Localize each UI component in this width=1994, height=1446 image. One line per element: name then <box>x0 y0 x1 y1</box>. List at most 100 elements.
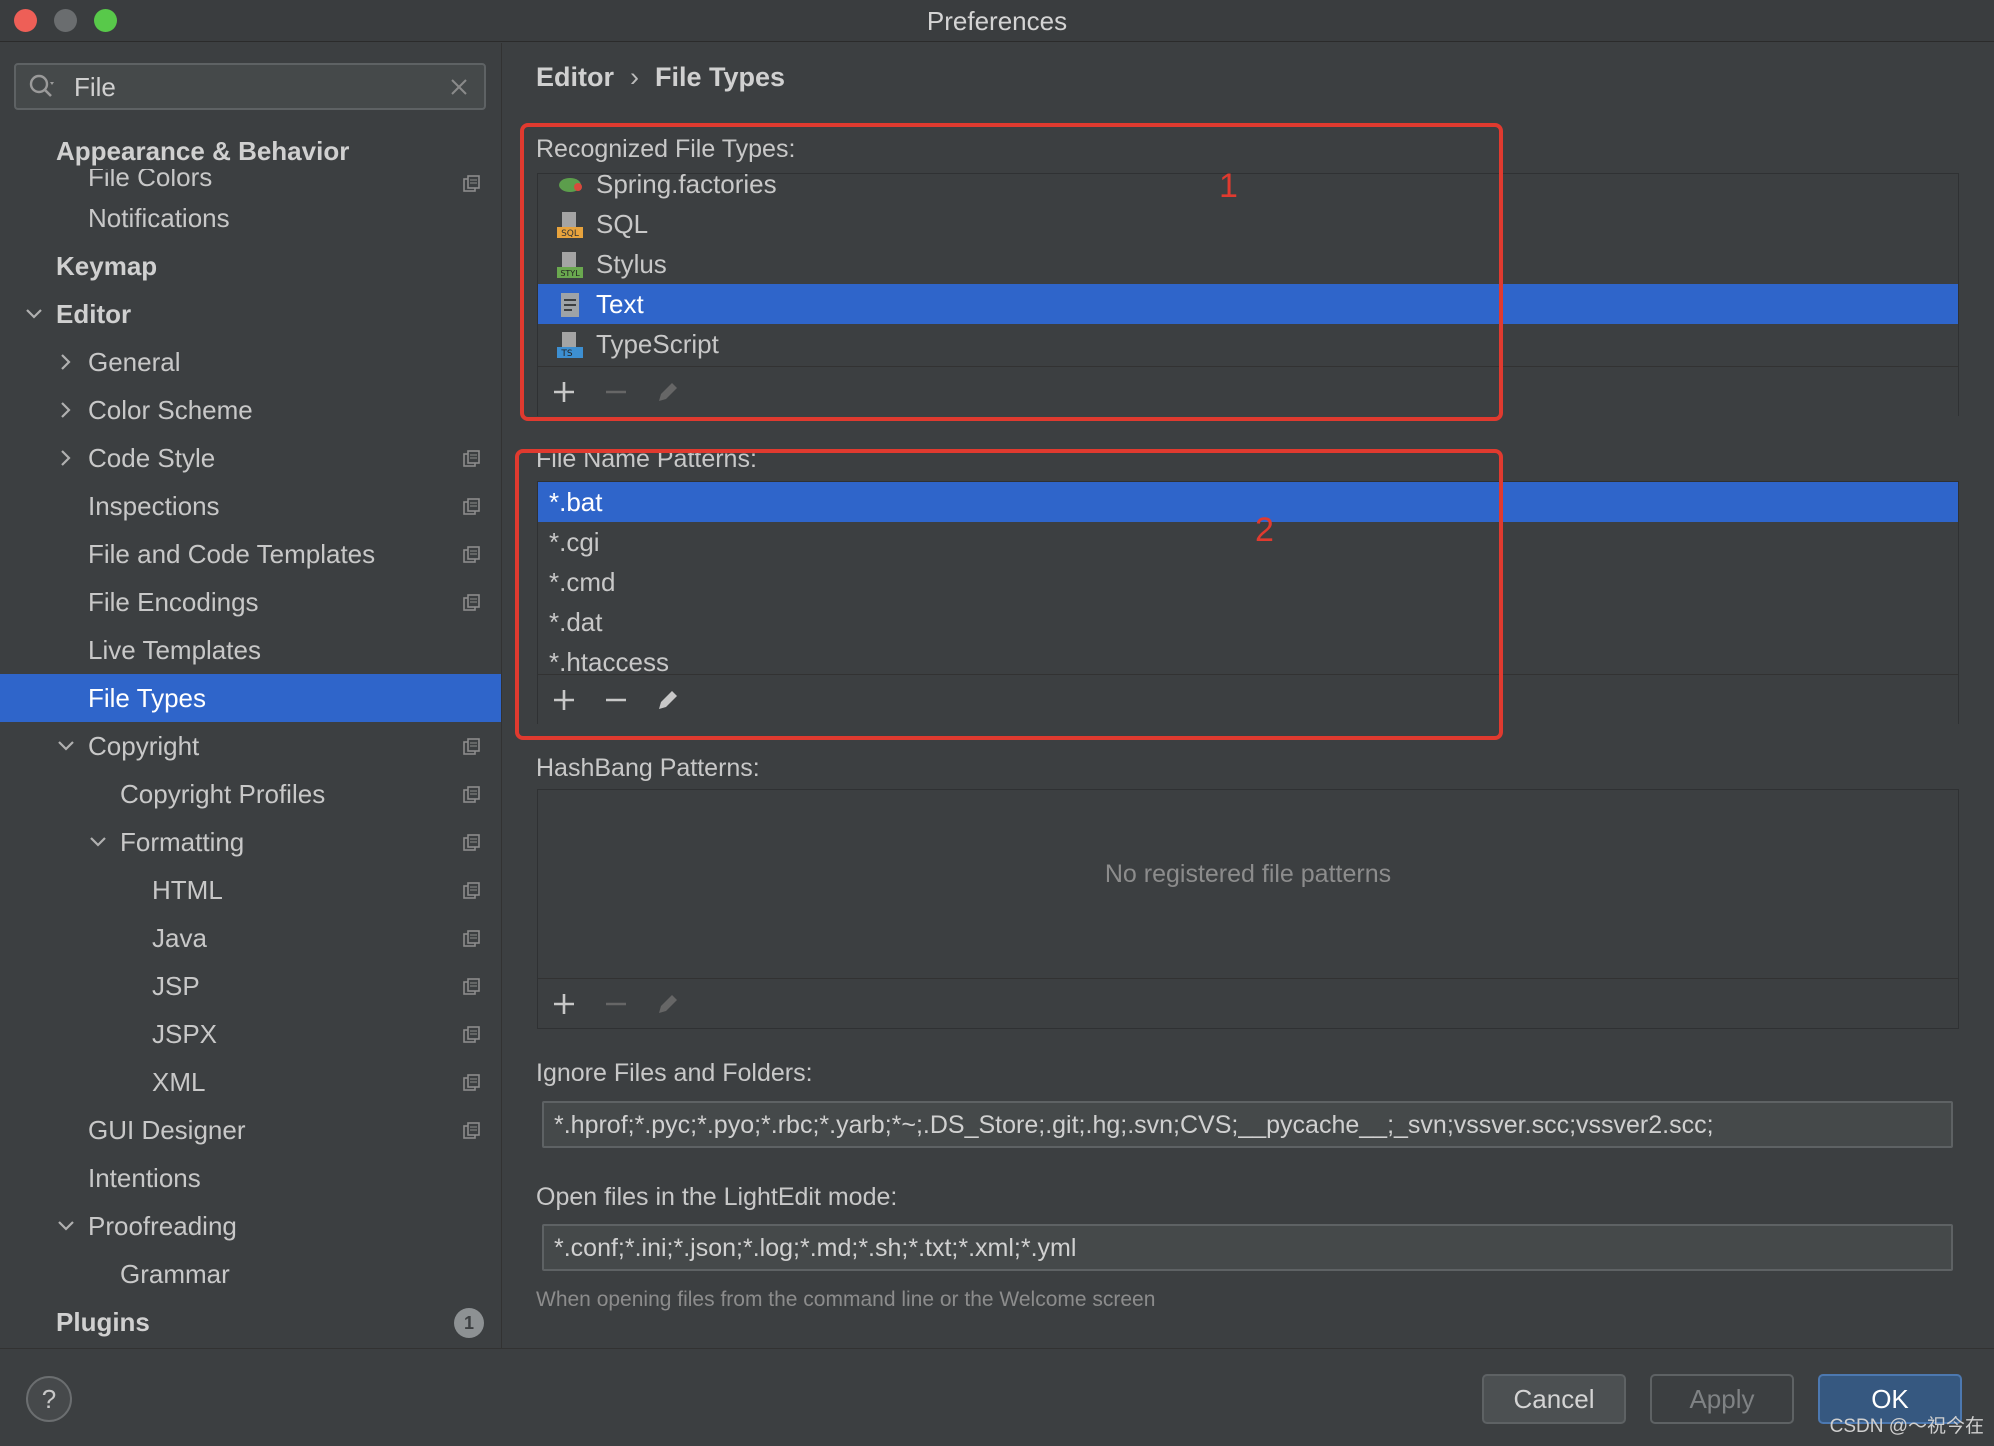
remove-icon[interactable] <box>603 991 629 1017</box>
breadcrumb-parent[interactable]: Editor <box>536 62 614 92</box>
sidebar-item-plugins[interactable]: Plugins 1 <box>0 1298 501 1346</box>
sidebar-item-label: Color Scheme <box>88 395 253 425</box>
project-scope-icon <box>463 546 480 563</box>
settings-search[interactable] <box>14 63 486 110</box>
search-icon <box>29 74 54 97</box>
add-icon[interactable] <box>551 991 577 1017</box>
sidebar-item-copyright[interactable]: Copyright <box>0 722 501 770</box>
sidebar-item-label: Proofreading <box>88 1211 237 1241</box>
annotation-number-1: 1 <box>1219 167 1238 205</box>
annotation-number-2: 2 <box>1255 511 1274 549</box>
sidebar-item-notifications[interactable]: Notifications <box>0 194 501 242</box>
sidebar-item-java[interactable]: Java <box>0 914 501 962</box>
sidebar-item-label: Grammar <box>120 1259 230 1289</box>
ignore-files-field[interactable] <box>542 1101 1953 1148</box>
project-scope-icon <box>463 1122 480 1139</box>
help-button[interactable]: ? <box>26 1376 72 1422</box>
hashbang-patterns-list[interactable]: No registered file patterns <box>538 790 1958 978</box>
sidebar-item-gui-designer[interactable]: GUI Designer <box>0 1106 501 1154</box>
sidebar-item-grammar[interactable]: Grammar <box>0 1250 501 1298</box>
lightedit-hint: When opening files from the command line… <box>536 1288 1156 1311</box>
sidebar-item-file-encodings[interactable]: File Encodings <box>0 578 501 626</box>
plugins-update-badge: 1 <box>454 1308 484 1338</box>
sidebar-item-proofreading[interactable]: Proofreading <box>0 1202 501 1250</box>
title-bar: Preferences <box>0 0 1994 42</box>
sidebar-item-label: Formatting <box>120 827 245 857</box>
search-input[interactable] <box>74 71 444 103</box>
sidebar-item-label: Copyright <box>88 731 200 761</box>
project-scope-icon <box>463 1074 480 1091</box>
breadcrumb: Editor › File Types <box>536 57 785 97</box>
settings-content: Editor › File Types Recognized File Types:… <box>503 43 1994 1348</box>
sidebar-item-color-scheme[interactable]: Color Scheme <box>0 386 501 434</box>
sidebar-item-label: JSP <box>152 971 200 1001</box>
chevron-down-icon[interactable] <box>56 736 76 756</box>
sidebar-item-html[interactable]: HTML <box>0 866 501 914</box>
watermark: CSDN @～祝今在 <box>1829 1416 1984 1437</box>
sidebar-item-label: Editor <box>56 299 132 329</box>
annotation-box-2 <box>515 449 1503 740</box>
sidebar-item-label: Inspections <box>88 491 220 521</box>
sidebar-item-xml[interactable]: XML <box>0 1058 501 1106</box>
project-scope-icon <box>463 930 480 947</box>
sidebar-item-label: Code Style <box>88 443 216 473</box>
chevron-right-icon[interactable] <box>56 352 76 372</box>
sidebar-item-general[interactable]: General <box>0 338 501 386</box>
project-scope-icon <box>463 978 480 995</box>
window-title: Preferences <box>926 6 1068 36</box>
hashbang-patterns-label: HashBang Patterns: <box>536 754 760 782</box>
sidebar-item-file-code-templates[interactable]: File and Code Templates <box>0 530 501 578</box>
project-scope-icon <box>463 594 480 611</box>
sidebar-item-editor[interactable]: Editor <box>0 290 501 338</box>
sidebar-item-label: Intentions <box>88 1163 201 1193</box>
clear-search-icon[interactable] <box>448 76 470 98</box>
sidebar-item-label: General <box>88 347 181 377</box>
project-scope-icon <box>463 175 480 192</box>
breadcrumb-separator: › <box>630 62 639 92</box>
sidebar-item-appearance-behavior[interactable]: Appearance & Behavior <box>0 133 501 169</box>
apply-button[interactable]: Apply <box>1650 1374 1794 1424</box>
project-scope-icon <box>463 1026 480 1043</box>
chevron-down-icon[interactable] <box>24 304 44 324</box>
chevron-down-icon[interactable] <box>56 1216 76 1236</box>
chevron-right-icon[interactable] <box>56 400 76 420</box>
breadcrumb-current: File Types <box>655 62 786 92</box>
sidebar-item-label: GUI Designer <box>88 1115 246 1145</box>
sidebar-item-label: File Types <box>88 683 207 713</box>
project-scope-icon <box>463 450 480 467</box>
chevron-right-icon[interactable] <box>56 448 76 468</box>
project-scope-icon <box>463 882 480 899</box>
sidebar-item-file-types[interactable]: File Types <box>0 674 501 722</box>
hashbang-patterns-panel: No registered file patterns <box>537 789 1959 1029</box>
lightedit-field[interactable] <box>542 1224 1953 1271</box>
sidebar-item-label: XML <box>152 1067 206 1097</box>
sidebar-item-intentions[interactable]: Intentions <box>0 1154 501 1202</box>
sidebar-item-inspections[interactable]: Inspections <box>0 482 501 530</box>
sidebar-item-code-style[interactable]: Code Style <box>0 434 501 482</box>
empty-list-text: No registered file patterns <box>1104 860 1392 888</box>
sidebar-item-keymap[interactable]: Keymap <box>0 242 501 290</box>
cancel-button[interactable]: Cancel <box>1482 1374 1626 1424</box>
sidebar-item-live-templates[interactable]: Live Templates <box>0 626 501 674</box>
sidebar-item-label: File and Code Templates <box>88 539 376 569</box>
settings-sidebar: File Colors Appearance & Behavior Notifi… <box>0 43 502 1348</box>
sidebar-item-jspx[interactable]: JSPX <box>0 1010 501 1058</box>
edit-pencil-icon[interactable] <box>655 991 681 1017</box>
sidebar-item-jsp[interactable]: JSP <box>0 962 501 1010</box>
ignore-files-input[interactable] <box>554 1109 1939 1141</box>
sidebar-item-label: Copyright Profiles <box>120 779 326 809</box>
project-scope-icon <box>463 498 480 515</box>
sidebar-item-copyright-profiles[interactable]: Copyright Profiles <box>0 770 501 818</box>
lightedit-label: Open files in the LightEdit mode: <box>536 1183 898 1211</box>
dialog-footer: ? Cancel Apply OK CSDN @～祝今在 <box>0 1348 1994 1446</box>
project-scope-icon <box>463 738 480 755</box>
project-scope-icon <box>463 786 480 803</box>
sidebar-item-label: Live Templates <box>88 635 261 665</box>
sidebar-item-label: Notifications <box>88 203 230 233</box>
chevron-down-icon[interactable] <box>88 832 108 852</box>
sidebar-item-label: Appearance & Behavior <box>56 136 350 166</box>
sidebar-item-label: Plugins <box>56 1307 150 1337</box>
ignore-files-label: Ignore Files and Folders: <box>536 1059 813 1087</box>
lightedit-input[interactable] <box>554 1232 1939 1264</box>
sidebar-item-formatting[interactable]: Formatting <box>0 818 501 866</box>
